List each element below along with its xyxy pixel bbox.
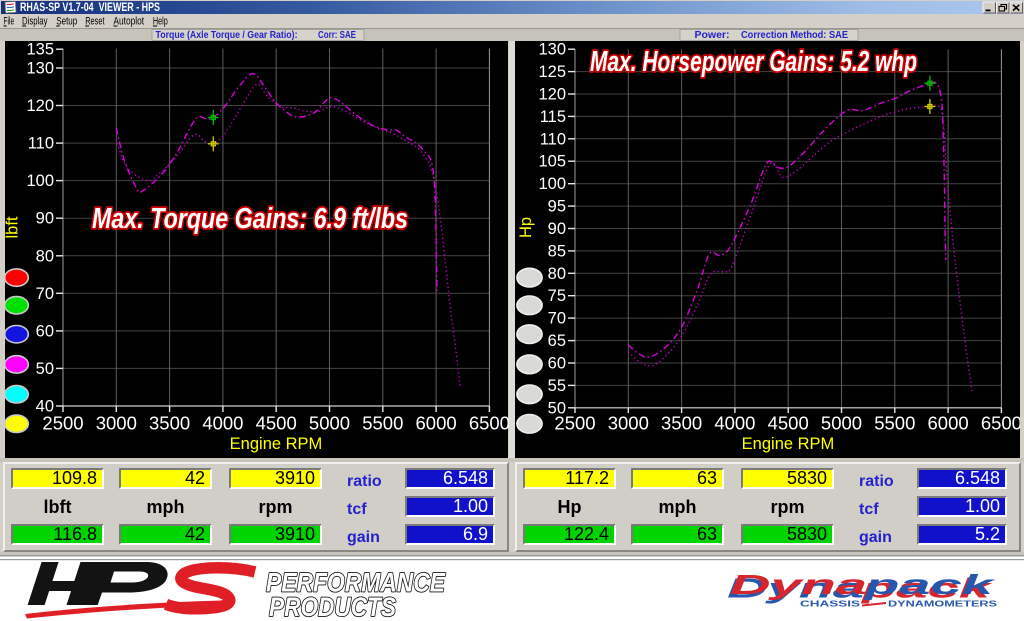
svg-text:Torque (Axle Torque / Gear Rat: Torque (Axle Torque / Gear Ratio): bbox=[156, 29, 298, 41]
svg-text:RHAS-SP V1.7-04 VIEWER - HPS: RHAS-SP V1.7-04 VIEWER - HPS bbox=[20, 2, 160, 14]
svg-text:4500: 4500 bbox=[256, 413, 297, 434]
svg-text:3500: 3500 bbox=[149, 413, 190, 434]
svg-text:6500: 6500 bbox=[469, 413, 510, 434]
svg-text:3000: 3000 bbox=[96, 413, 137, 434]
svg-text:Dyna: Dyna bbox=[730, 569, 867, 600]
svg-text:70: 70 bbox=[36, 285, 54, 303]
svg-text:110: 110 bbox=[28, 135, 54, 153]
svg-text:130: 130 bbox=[26, 60, 54, 78]
svg-text:100: 100 bbox=[538, 175, 566, 193]
svg-text:Max. Horsepower Gains: 5.2 wh: Max. Horsepower Gains: 5.2 whp bbox=[590, 46, 917, 78]
svg-text:6500: 6500 bbox=[981, 413, 1022, 434]
svg-text:75: 75 bbox=[548, 287, 566, 305]
svg-text:Corr: SAE: Corr: SAE bbox=[318, 29, 356, 41]
svg-text:6000: 6000 bbox=[416, 413, 457, 434]
svg-text:130: 130 bbox=[538, 41, 566, 59]
svg-text:95: 95 bbox=[548, 198, 566, 216]
svg-text:Autoplot: Autoplot bbox=[113, 16, 144, 28]
svg-text:Hp: Hp bbox=[517, 217, 535, 238]
svg-text:60: 60 bbox=[548, 355, 566, 373]
svg-text:Engine RPM: Engine RPM bbox=[230, 435, 323, 453]
svg-text:DYNAMOMETERS: DYNAMOMETERS bbox=[888, 600, 998, 609]
svg-text:55: 55 bbox=[548, 377, 566, 395]
svg-text:125: 125 bbox=[538, 63, 566, 81]
svg-text:4500: 4500 bbox=[768, 413, 809, 434]
svg-text:5000: 5000 bbox=[821, 413, 862, 434]
svg-text:80: 80 bbox=[548, 265, 566, 283]
svg-text:PRODUCTS: PRODUCTS bbox=[269, 592, 396, 621]
svg-text:5500: 5500 bbox=[362, 413, 403, 434]
svg-text:4000: 4000 bbox=[202, 413, 243, 434]
svg-text:6000: 6000 bbox=[928, 413, 969, 434]
svg-text:lbft: lbft bbox=[4, 216, 22, 238]
svg-text:Power:: Power: bbox=[695, 29, 730, 41]
svg-text:3000: 3000 bbox=[608, 413, 649, 434]
svg-text:110: 110 bbox=[540, 130, 566, 148]
svg-text:pack: pack bbox=[863, 569, 996, 600]
svg-text:70: 70 bbox=[548, 310, 566, 328]
svg-text:5000: 5000 bbox=[309, 413, 350, 434]
svg-text:135: 135 bbox=[26, 41, 54, 59]
svg-text:Correction Method: SAE: Correction Method: SAE bbox=[741, 29, 848, 41]
svg-text:85: 85 bbox=[548, 242, 566, 260]
svg-text:115: 115 bbox=[540, 108, 566, 126]
svg-text:4000: 4000 bbox=[714, 413, 755, 434]
svg-text:65: 65 bbox=[548, 332, 566, 350]
svg-text:Max. Torque Gains: 6.9 ft/lbs: Max. Torque Gains: 6.9 ft/lbs bbox=[92, 203, 408, 235]
svg-text:5500: 5500 bbox=[874, 413, 915, 434]
svg-text:2500: 2500 bbox=[42, 413, 83, 434]
svg-text:80: 80 bbox=[36, 247, 54, 265]
svg-text:90: 90 bbox=[36, 210, 54, 228]
svg-text:60: 60 bbox=[36, 322, 54, 340]
svg-text:50: 50 bbox=[36, 360, 54, 378]
svg-text:2500: 2500 bbox=[554, 413, 595, 434]
svg-text:CHASSIS: CHASSIS bbox=[800, 600, 861, 609]
svg-text:90: 90 bbox=[548, 220, 566, 238]
svg-text:120: 120 bbox=[538, 86, 566, 104]
svg-text:120: 120 bbox=[26, 97, 54, 115]
svg-text:Engine RPM: Engine RPM bbox=[742, 435, 835, 453]
svg-text:100: 100 bbox=[26, 172, 54, 190]
svg-text:3500: 3500 bbox=[661, 413, 702, 434]
svg-text:105: 105 bbox=[538, 153, 566, 171]
